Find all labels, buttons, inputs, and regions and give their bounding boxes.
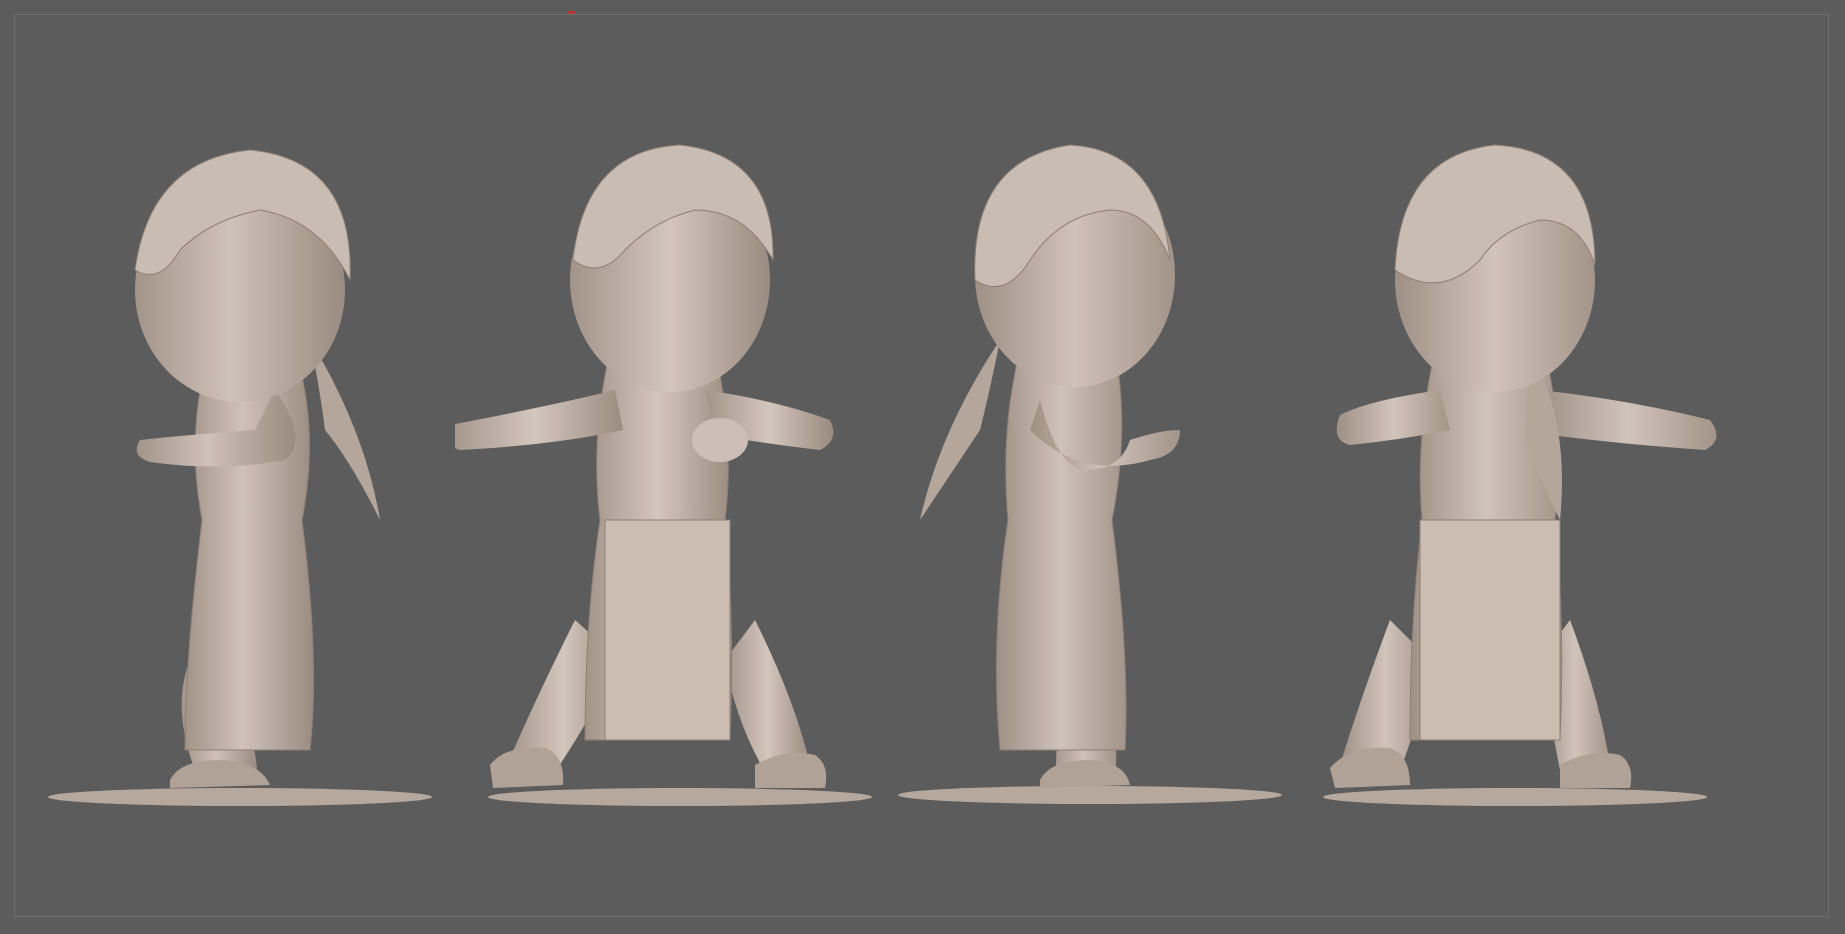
shoe-left [1330,747,1410,788]
model-view-left-side[interactable] [20,100,460,820]
hair-tail [920,340,1000,520]
shoe-left [490,747,564,788]
hair-tail [310,340,380,520]
dress [995,349,1127,751]
arm-right [1540,390,1717,450]
base-plate [898,786,1282,804]
dress [184,349,315,751]
dress-front-panel [604,519,731,741]
viewport-marker [568,11,576,14]
base-plate [1323,788,1707,806]
shoe [1040,760,1130,788]
dress-back-panel [1419,519,1561,741]
base-plate [48,788,432,806]
model-view-right-side[interactable] [880,100,1320,820]
sculpt-viewport[interactable] [0,0,1845,934]
model-view-front[interactable] [455,100,895,820]
base-plate [488,788,872,806]
leg-right [725,620,810,772]
fist [692,418,748,462]
model-view-back[interactable] [1310,100,1750,820]
